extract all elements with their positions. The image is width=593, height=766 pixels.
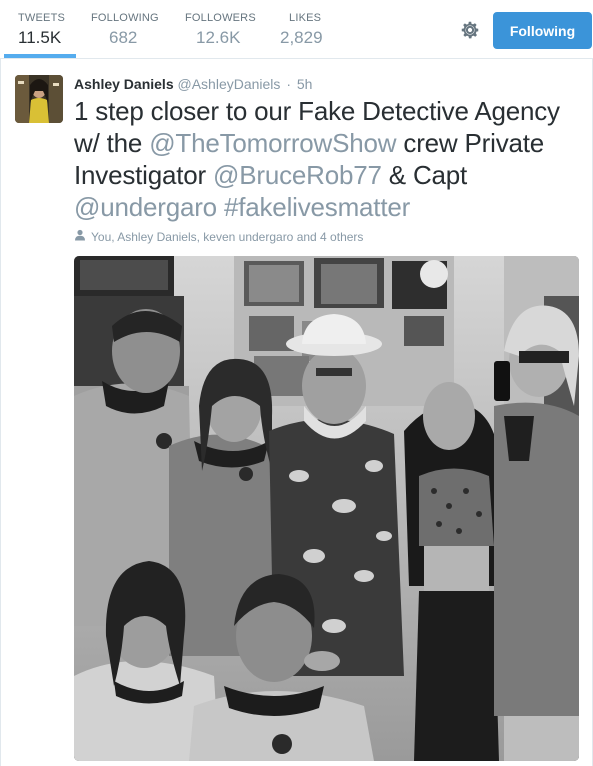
hashtag-link[interactable]: #fakelivesmatter <box>224 192 410 222</box>
stat-following-label: FOLLOWING <box>91 12 159 24</box>
gear-icon[interactable] <box>459 19 481 41</box>
tweet-text-part: & Capt <box>381 160 468 190</box>
tweet-header: Ashley Daniels @AshleyDaniels · 5h <box>74 75 312 93</box>
stat-likes-value: 2,829 <box>280 28 323 47</box>
mention-link[interactable]: @undergaro <box>74 192 217 222</box>
mention-link[interactable]: @BruceRob77 <box>213 160 382 190</box>
tweet-text-part <box>217 192 224 222</box>
avatar[interactable] <box>15 75 63 123</box>
stat-followers-value: 12.6K <box>196 28 241 47</box>
tweet-text: 1 step closer to our Fake Detective Agen… <box>74 95 584 223</box>
stat-tweets-label: TWEETS <box>18 12 66 24</box>
stat-following[interactable]: FOLLOWING 682 <box>91 11 159 49</box>
username[interactable]: @AshleyDaniels <box>178 76 281 92</box>
timestamp[interactable]: 5h <box>297 76 313 92</box>
stat-followers-label: FOLLOWERS <box>185 12 256 24</box>
stat-likes-label: LIKES <box>289 12 322 24</box>
tweet-card[interactable]: Ashley Daniels @AshleyDaniels · 5h 1 ste… <box>0 59 593 766</box>
person-icon <box>74 229 86 245</box>
stat-tweets-value: 11.5K <box>18 28 62 47</box>
stat-following-value: 682 <box>109 28 138 47</box>
profile-stats-nav: TWEETS 11.5K FOLLOWING 682 FOLLOWERS 12.… <box>0 0 593 58</box>
fullname[interactable]: Ashley Daniels <box>74 76 174 92</box>
mention-link[interactable]: @TheTomorrowShow <box>149 128 396 158</box>
liked-by-link[interactable]: You, Ashley Daniels, keven undergaro and… <box>91 229 363 245</box>
liked-by-context: You, Ashley Daniels, keven undergaro and… <box>74 229 363 245</box>
separator: · <box>286 76 291 92</box>
stat-followers[interactable]: FOLLOWERS 12.6K <box>185 11 256 49</box>
stat-tweets[interactable]: TWEETS 11.5K <box>18 11 65 49</box>
stat-likes[interactable]: LIKES 2,829 <box>280 11 323 49</box>
following-button[interactable]: Following <box>493 12 592 49</box>
tweet-photo[interactable] <box>74 256 579 761</box>
